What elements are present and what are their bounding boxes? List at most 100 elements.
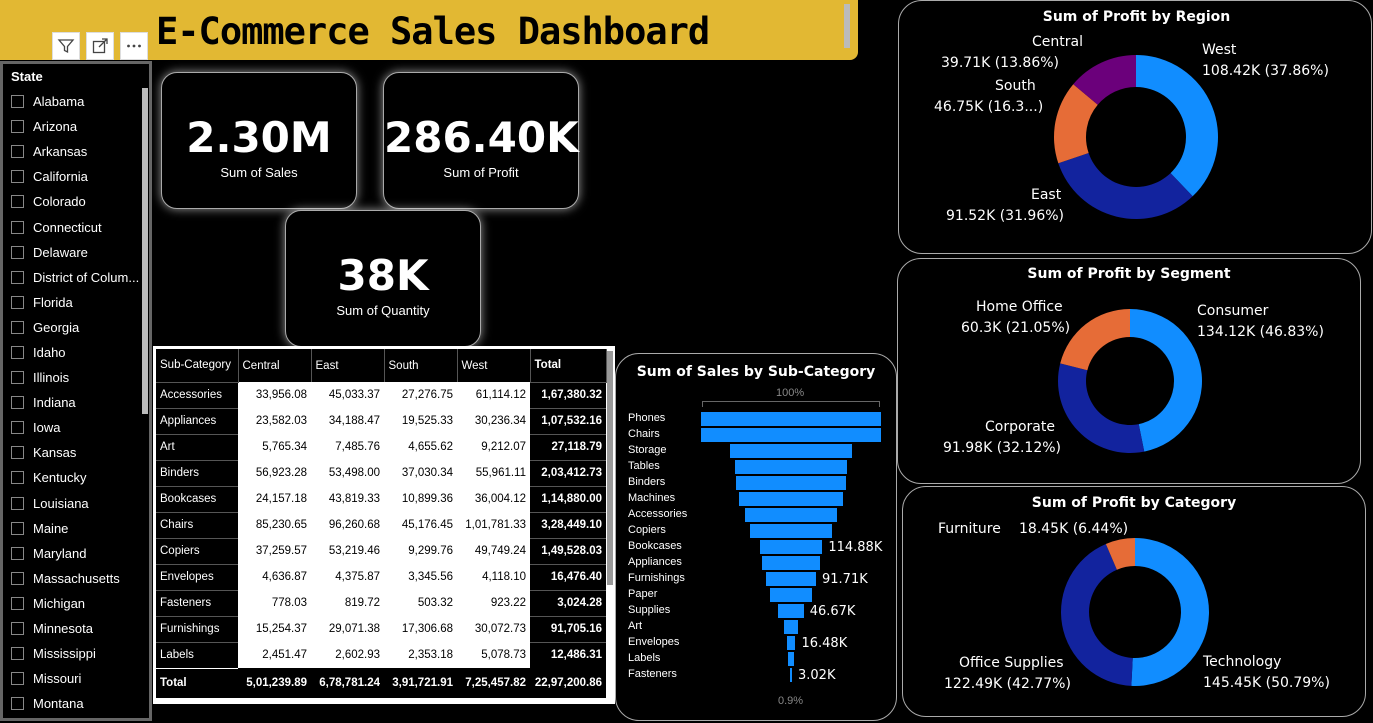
- slicer-item[interactable]: Maryland: [11, 541, 145, 566]
- slicer-item[interactable]: Minnesota: [11, 616, 145, 641]
- slicer-item[interactable]: District of Colum...: [11, 265, 145, 290]
- checkbox-icon[interactable]: [11, 195, 24, 209]
- slicer-item[interactable]: Missouri: [11, 666, 145, 691]
- slicer-item[interactable]: Illinois: [11, 365, 145, 390]
- checkbox-icon[interactable]: [11, 697, 24, 711]
- slicer-item[interactable]: Florida: [11, 290, 145, 315]
- funnel-bar-accessories[interactable]: [745, 508, 837, 522]
- funnel-bar-furnishings[interactable]: [765, 572, 816, 586]
- slicer-item[interactable]: Georgia: [11, 315, 145, 340]
- slicer-item[interactable]: Kentucky: [11, 465, 145, 490]
- donut-slice-east[interactable]: [1058, 153, 1193, 220]
- slicer-item[interactable]: Indiana: [11, 390, 145, 415]
- funnel-category-label: Binders: [628, 476, 666, 488]
- donut-slice-home-office[interactable]: [1060, 309, 1130, 371]
- column-header[interactable]: Total: [530, 349, 607, 382]
- funnel-bar-machines[interactable]: [739, 492, 843, 506]
- table-cell: 91,705.16: [530, 615, 606, 642]
- slicer-item[interactable]: Alabama: [11, 89, 145, 114]
- expand-icon[interactable]: [86, 32, 114, 60]
- more-options-icon[interactable]: [120, 32, 148, 60]
- funnel-data-label: 91.71K: [822, 572, 868, 587]
- funnel-bar-envelopes[interactable]: [786, 636, 796, 650]
- checkbox-icon[interactable]: [11, 546, 24, 560]
- slicer-item[interactable]: Montana: [11, 691, 145, 716]
- checkbox-icon[interactable]: [11, 496, 24, 510]
- funnel-bar-tables[interactable]: [734, 460, 848, 474]
- column-header[interactable]: South: [384, 349, 458, 382]
- funnel-bar-labels[interactable]: [787, 652, 795, 666]
- donut-slice-technology[interactable]: [1131, 538, 1210, 686]
- slicer-item[interactable]: Idaho: [11, 340, 145, 365]
- label-home-office-value: 60.3K (21.05%): [961, 320, 1071, 336]
- table-cell: 778.03: [271, 597, 307, 609]
- row-header: Envelopes: [156, 563, 238, 590]
- chart-title: Sum of Sales by Sub-Category: [636, 364, 876, 380]
- slicer-item[interactable]: Arizona: [11, 114, 145, 139]
- slicer-item[interactable]: Connecticut: [11, 214, 145, 239]
- title-scrollbar[interactable]: [844, 4, 850, 48]
- slicer-item[interactable]: Michigan: [11, 591, 145, 616]
- checkbox-icon[interactable]: [11, 396, 24, 410]
- checkbox-icon[interactable]: [11, 95, 24, 109]
- funnel-bar-phones[interactable]: [701, 412, 881, 426]
- matrix-scrollbar[interactable]: [607, 351, 613, 585]
- table-row: Furnishings 15,254.37 29,071.38 17,306.68 30…: [156, 615, 606, 642]
- funnel-category-label: Supplies: [628, 604, 671, 616]
- slicer-item[interactable]: Massachusetts: [11, 566, 145, 591]
- slicer-item[interactable]: Mississippi: [11, 641, 145, 666]
- funnel-bar-fasteners[interactable]: [790, 668, 792, 682]
- checkbox-icon[interactable]: [11, 446, 24, 460]
- slicer-item[interactable]: Arkansas: [11, 139, 145, 164]
- label-west-value: 108.42K (37.86%): [1202, 63, 1329, 79]
- slicer-item[interactable]: Iowa: [11, 415, 145, 440]
- checkbox-icon[interactable]: [11, 120, 24, 134]
- slicer-item[interactable]: Delaware: [11, 240, 145, 265]
- checkbox-icon[interactable]: [11, 421, 24, 435]
- slicer-scrollbar[interactable]: [142, 88, 148, 414]
- checkbox-icon[interactable]: [11, 571, 24, 585]
- slicer-item[interactable]: Colorado: [11, 189, 145, 214]
- funnel-bar-supplies[interactable]: [778, 604, 804, 618]
- funnel-bar-bookcases[interactable]: [759, 540, 823, 554]
- slicer-item[interactable]: California: [11, 164, 145, 189]
- slicer-item[interactable]: Maine: [11, 516, 145, 541]
- column-header[interactable]: East: [311, 349, 385, 382]
- checkbox-icon[interactable]: [11, 672, 24, 686]
- funnel-bar-art[interactable]: [783, 620, 799, 634]
- funnel-bar-paper[interactable]: [769, 588, 813, 602]
- checkbox-icon[interactable]: [11, 245, 24, 259]
- checkbox-icon[interactable]: [11, 220, 24, 234]
- filter-icon[interactable]: [52, 32, 80, 60]
- slicer-item[interactable]: Louisiana: [11, 491, 145, 516]
- funnel-bar-binders[interactable]: [735, 476, 847, 490]
- column-header[interactable]: Sub-Category: [156, 349, 239, 382]
- funnel-bar-copiers[interactable]: [750, 524, 832, 538]
- funnel-bar-storage[interactable]: [729, 444, 853, 458]
- checkbox-icon[interactable]: [11, 521, 24, 535]
- checkbox-icon[interactable]: [11, 145, 24, 159]
- table-cell: 2,353.18: [408, 649, 453, 661]
- checkbox-icon[interactable]: [11, 295, 24, 309]
- slicer-item[interactable]: Kansas: [11, 440, 145, 465]
- kpi-card-sales: 2.30M Sum of Sales: [161, 72, 357, 209]
- column-header[interactable]: West: [457, 349, 531, 382]
- checkbox-icon[interactable]: [11, 320, 24, 334]
- donut-slice-corporate[interactable]: [1058, 363, 1145, 453]
- donut-slice-consumer[interactable]: [1130, 309, 1202, 452]
- column-header[interactable]: Central: [238, 349, 312, 382]
- checkbox-icon[interactable]: [11, 371, 24, 385]
- checkbox-icon[interactable]: [11, 596, 24, 610]
- checkbox-icon[interactable]: [11, 622, 24, 636]
- funnel-bar-chairs[interactable]: [701, 428, 881, 442]
- checkbox-icon[interactable]: [11, 170, 24, 184]
- table-cell: 43,819.33: [328, 493, 380, 505]
- checkbox-icon[interactable]: [11, 270, 24, 284]
- checkbox-icon[interactable]: [11, 647, 24, 661]
- table-cell: 56,923.28: [255, 467, 307, 479]
- table-cell: 45,176.45: [401, 519, 453, 531]
- table-cell: 4,375.87: [335, 571, 380, 583]
- checkbox-icon[interactable]: [11, 345, 24, 359]
- funnel-bar-appliances[interactable]: [761, 556, 821, 570]
- checkbox-icon[interactable]: [11, 471, 24, 485]
